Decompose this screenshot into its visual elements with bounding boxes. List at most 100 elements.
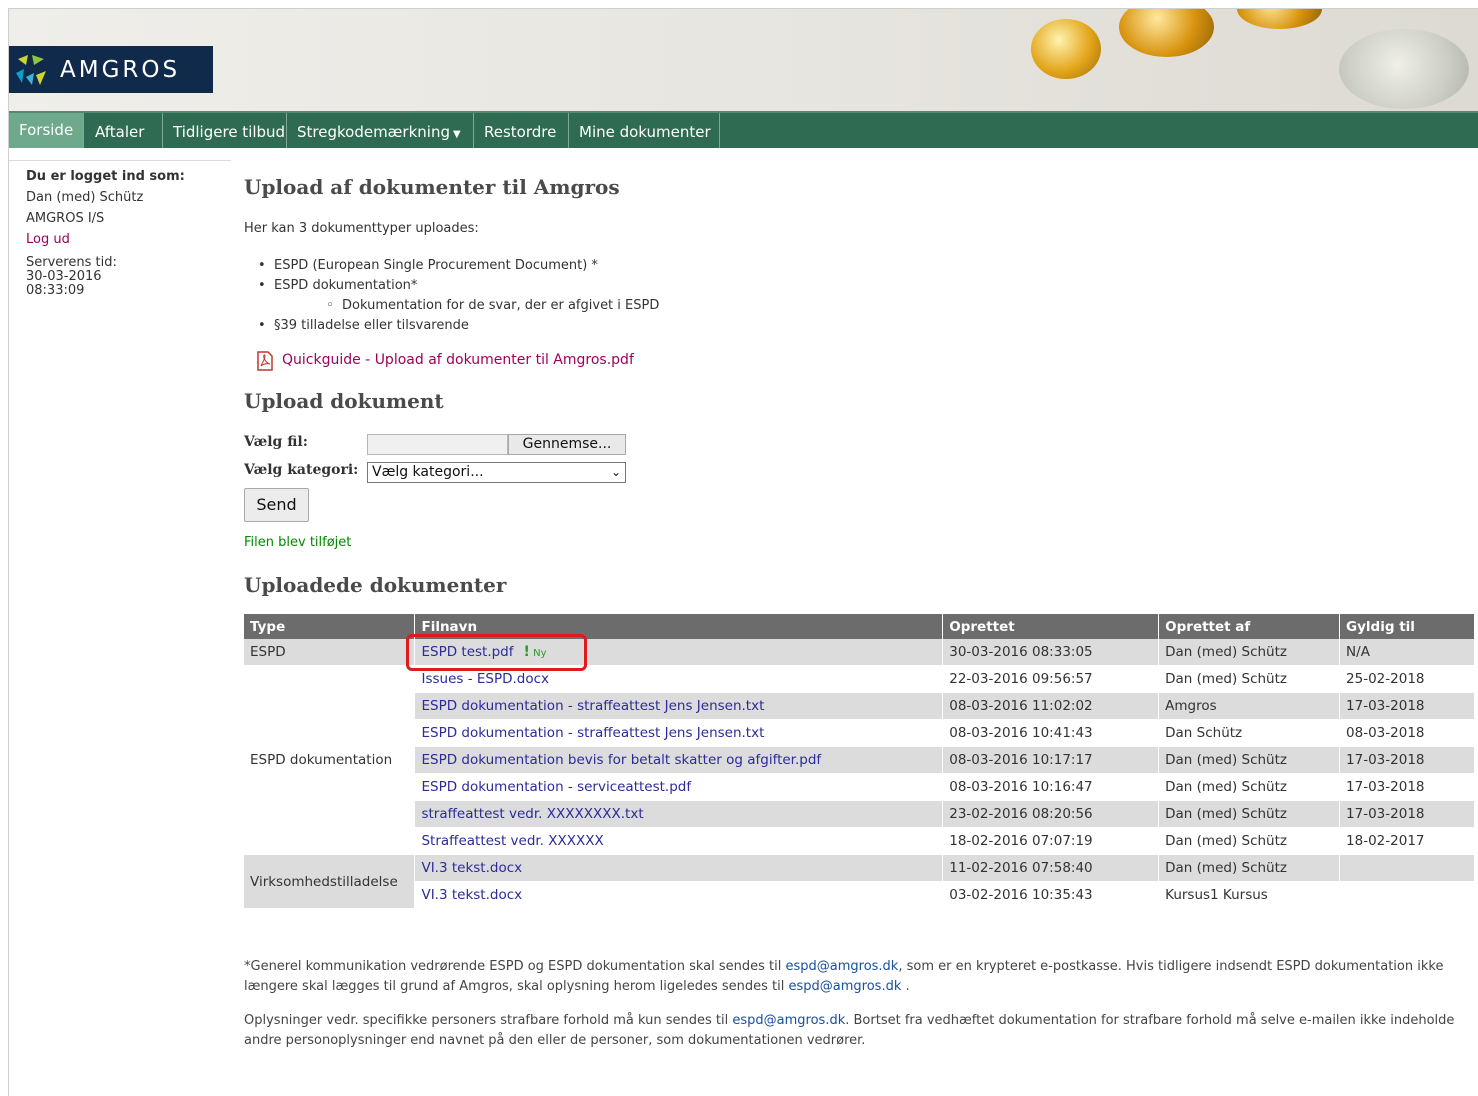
nav-item-aftaler[interactable]: Aftaler [85,113,163,148]
company-name: AMGROS I/S [26,211,105,226]
valid-until-cell: 25-02-2018 [1339,665,1475,693]
table-row: VI.3 tekst.docx 03-02-2016 10:35:43 Kurs… [244,881,1475,909]
created-cell: 11-02-2016 07:58:40 [942,854,1160,882]
valid-until-cell: 17-03-2018 [1339,692,1475,720]
chevron-down-icon: ⌄ [610,465,621,479]
footer-text: Oplysninger vedr. specifikke personers s… [244,1013,733,1028]
created-cell: 08-03-2016 10:17:17 [942,746,1160,774]
server-time-label: Serverens tid: [26,255,117,270]
table-row: ESPD dokumentation - straffeattest Jens … [244,692,1475,720]
uploaded-heading: Uploadede dokumenter [244,573,507,597]
column-header-oprettet: Oprettet [942,614,1160,639]
user-name: Dan (med) Schütz [26,190,144,205]
send-button[interactable]: Send [244,488,309,522]
file-link[interactable]: straffeattest vedr. XXXXXXXX.txt [421,806,643,822]
valid-until-cell: 08-03-2018 [1339,719,1475,747]
highlight-annotation [406,634,587,671]
file-path-input[interactable] [367,434,508,455]
table-row: ESPD dokumentation - straffeattest Jens … [244,719,1475,747]
amgros-logo[interactable]: AMGROS [9,46,213,93]
nav-label-stregkodemaerkning: Stregkodemærkning [297,123,450,141]
list-item: ESPD (European Single Procurement Docume… [244,256,659,276]
sidebar-user-info: Du er logget ind som: Dan (med) Schütz A… [26,166,185,298]
file-link[interactable]: Straffeattest vedr. XXXXXX [421,833,603,849]
browse-button[interactable]: Gennemse... [508,434,626,455]
upload-heading: Upload dokument [244,389,444,413]
file-link[interactable]: ESPD dokumentation bevis for betalt skat… [421,752,821,768]
server-time: 08:33:09 [26,283,85,298]
file-cell: ESPD dokumentation - serviceattest.pdf [414,773,944,801]
valid-until-cell: 17-03-2018 [1339,773,1475,801]
created-cell: 23-02-2016 08:20:56 [942,800,1160,828]
footer-text: . [901,979,910,994]
valid-until-cell [1339,881,1475,909]
table-row: ESPD dokumentation bevis for betalt skat… [244,746,1475,774]
page-title: Upload af dokumenter til Amgros [244,175,620,199]
nav-item-forside[interactable]: Forside [9,113,84,148]
nav-item-stregkodemaerkning[interactable]: Stregkodemærkning ▼ [287,113,474,148]
type-cell: Virksomhedstilladelse [244,854,416,909]
valid-until-cell: 17-03-2018 [1339,746,1475,774]
sidebar-divider [9,148,231,161]
email-link[interactable]: espd@amgros.dk [732,1013,845,1028]
table-row: Straffeattest vedr. XXXXXX 18-02-2016 07… [244,827,1475,855]
list-item: §39 tilladelse eller tilsvarende [244,316,659,336]
created-by-cell: Dan (med) Schütz [1158,746,1341,774]
logout-link[interactable]: Log ud [26,232,70,247]
category-select[interactable]: Vælg kategori... ⌄ [367,462,626,483]
nav-item-mine-dokumenter[interactable]: Mine dokumenter [569,113,720,148]
file-link[interactable]: VI.3 tekst.docx [421,860,522,876]
intro-text: Her kan 3 dokumenttyper uploades: [244,221,479,236]
pdf-icon [257,351,273,371]
footer-note-1: *Generel kommunikation vedrørende ESPD o… [244,957,1474,997]
file-cell: Straffeattest vedr. XXXXXX [414,827,944,855]
created-cell: 03-02-2016 10:35:43 [942,881,1160,909]
valid-until-cell: 18-02-2017 [1339,827,1475,855]
dropdown-caret-icon: ▼ [452,129,461,140]
type-cell: ESPD dokumentation [244,665,416,855]
file-cell: ESPD dokumentation - straffeattest Jens … [414,692,944,720]
logo-text: AMGROS [60,56,181,83]
file-link[interactable]: VI.3 tekst.docx [421,887,522,903]
created-cell: 30-03-2016 08:33:05 [942,639,1160,666]
browser-frame [8,8,1478,1096]
created-cell: 18-02-2016 07:07:19 [942,827,1160,855]
server-date: 30-03-2016 [26,269,102,284]
created-cell: 22-03-2016 09:56:57 [942,665,1160,693]
footer-note-2: Oplysninger vedr. specifikke personers s… [244,1011,1474,1051]
file-link[interactable]: ESPD dokumentation - straffeattest Jens … [421,725,764,741]
file-label: Vælg fil: [244,434,308,450]
column-header-type: Type [244,614,416,639]
quickguide-link[interactable]: Quickguide - Upload af dokumenter til Am… [282,352,634,368]
file-cell: VI.3 tekst.docx [414,881,944,909]
list-item: ESPD dokumentation* [244,276,659,296]
logged-in-label: Du er logget ind som: [26,169,185,184]
column-header-gyldig-til: Gyldig til [1339,614,1475,639]
nav-item-restordre[interactable]: Restordre [474,113,569,148]
table-row: Virksomhedstilladelse VI.3 tekst.docx 11… [244,854,1475,909]
file-cell: ESPD dokumentation - straffeattest Jens … [414,719,944,747]
created-by-cell: Amgros [1158,692,1341,720]
valid-until-cell [1339,854,1475,882]
email-link[interactable]: espd@amgros.dk [789,979,902,994]
valid-until-cell: N/A [1339,639,1475,666]
email-link[interactable]: espd@amgros.dk [785,959,898,974]
created-by-cell: Kursus1 Kursus [1158,881,1341,909]
file-link[interactable]: Issues - ESPD.docx [421,671,549,687]
category-label: Vælg kategori: [244,462,359,478]
decorative-capsule [1119,9,1214,57]
success-message: Filen blev tilføjet [244,535,352,550]
file-link[interactable]: ESPD dokumentation - serviceattest.pdf [421,779,691,795]
table-row: straffeattest vedr. XXXXXXXX.txt 23-02-2… [244,800,1475,828]
created-by-cell: Dan Schütz [1158,719,1341,747]
file-link[interactable]: ESPD dokumentation - straffeattest Jens … [421,698,764,714]
category-selected-value: Vælg kategori... [372,464,484,480]
created-by-cell: Dan (med) Schütz [1158,639,1341,666]
created-by-cell: Dan (med) Schütz [1158,827,1341,855]
nav-item-tidligere-tilbud[interactable]: Tidligere tilbud [163,113,287,148]
header-banner: AMGROS [9,9,1478,111]
created-cell: 08-03-2016 10:41:43 [942,719,1160,747]
decorative-capsule [1339,29,1469,109]
list-subitem: Dokumentation for de svar, der er afgive… [244,296,659,316]
decorative-capsule [1237,9,1322,29]
